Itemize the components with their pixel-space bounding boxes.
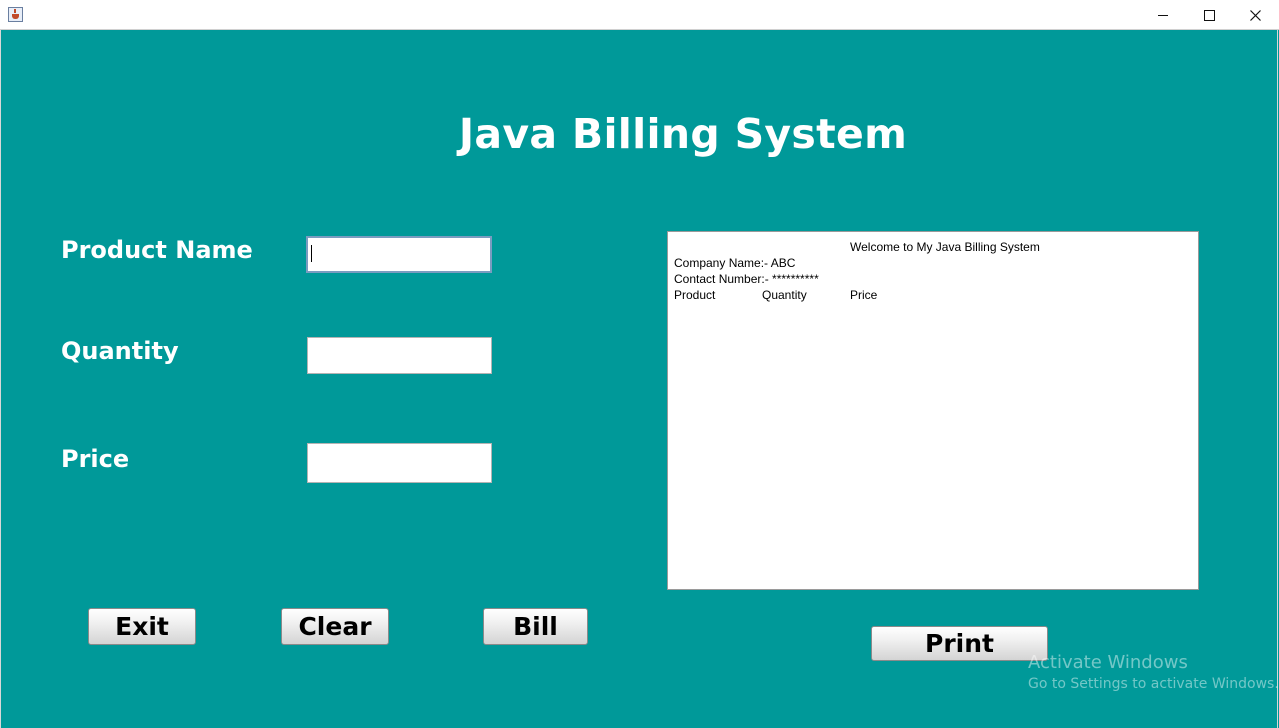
exit-button[interactable]: Exit — [88, 608, 196, 645]
clear-button[interactable]: Clear — [281, 608, 389, 645]
bill-text-area[interactable]: Welcome to My Java Billing System Compan… — [667, 231, 1199, 590]
close-button[interactable] — [1232, 0, 1278, 30]
receipt-col-product: Product — [674, 288, 716, 302]
activate-windows-hint: Go to Settings to activate Windows. — [1028, 676, 1279, 692]
price-label: Price — [61, 445, 130, 473]
receipt-col-price: Price — [850, 288, 878, 302]
receipt-welcome: Welcome to My Java Billing System — [850, 240, 1040, 254]
print-button[interactable]: Print — [871, 626, 1048, 661]
bill-button[interactable]: Bill — [483, 608, 588, 645]
minimize-button[interactable] — [1140, 0, 1186, 30]
quantity-input[interactable] — [307, 337, 492, 374]
title-bar — [0, 0, 1279, 30]
receipt-col-quantity: Quantity — [762, 288, 807, 302]
page-title: Java Billing System — [458, 110, 908, 158]
product-name-label: Product Name — [61, 236, 253, 264]
text-caret — [311, 245, 312, 262]
close-icon — [1249, 9, 1261, 21]
minimize-icon — [1158, 14, 1168, 16]
java-app-icon — [8, 7, 23, 22]
price-input[interactable] — [307, 443, 492, 483]
quantity-label: Quantity — [61, 337, 179, 365]
maximize-icon — [1203, 9, 1215, 21]
receipt-company: Company Name:- ABC — [674, 256, 796, 270]
receipt-contact: Contact Number:- ********** — [674, 272, 819, 286]
product-name-input[interactable] — [306, 236, 492, 273]
maximize-button[interactable] — [1186, 0, 1232, 30]
activate-windows-watermark: Activate Windows — [1028, 652, 1188, 673]
